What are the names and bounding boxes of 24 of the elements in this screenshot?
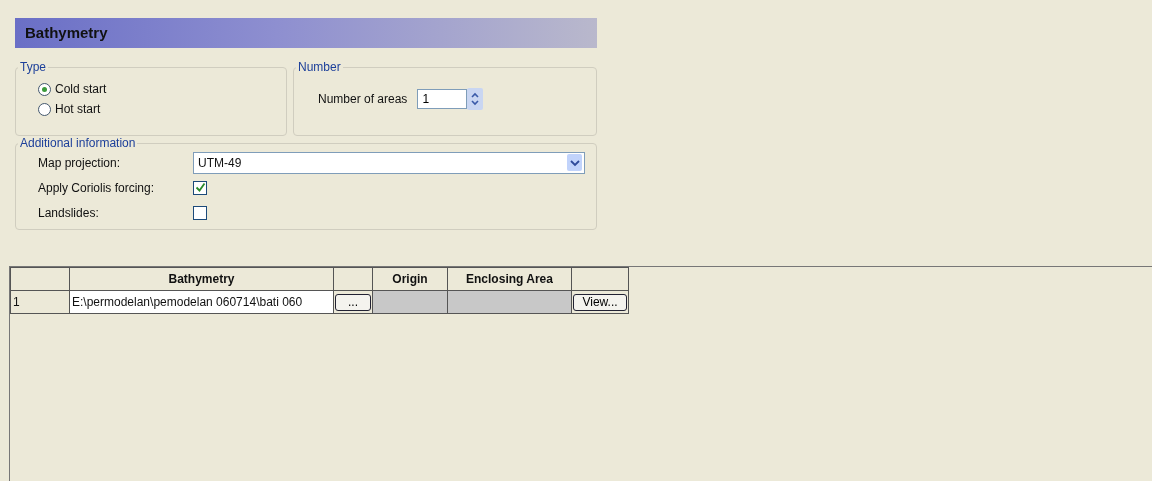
column-header: Bathymetry	[69, 267, 334, 291]
view-button[interactable]: View...	[573, 293, 627, 311]
checkbox[interactable]	[193, 180, 207, 195]
spinner-buttons[interactable]	[467, 88, 484, 110]
radio-button[interactable]	[38, 102, 51, 116]
table-cell[interactable]: E:\permodelan\pemodelan 060714\bati 060	[69, 290, 334, 314]
projection-dropdown[interactable]: UTM-49	[193, 151, 585, 174]
checkbox[interactable]	[193, 205, 207, 220]
group-label: Type	[19, 60, 47, 74]
field-label: Number of areas	[318, 92, 408, 106]
checkbox-label: Apply Coriolis forcing:	[38, 180, 156, 195]
panel-title: Bathymetry	[15, 18, 597, 48]
radio-label: Cold start	[55, 82, 107, 96]
group-label: Number	[297, 60, 342, 74]
row-header: 1	[10, 290, 70, 314]
group-label: Additional information	[19, 136, 137, 150]
radio-button[interactable]	[38, 82, 51, 96]
radio-label: Hot start	[55, 102, 101, 116]
column-header: Enclosing Area	[447, 267, 572, 291]
column-header: Origin	[372, 267, 448, 291]
checkbox-label: Landslides:	[38, 205, 100, 220]
browse-button[interactable]: ...	[335, 293, 371, 311]
number-field[interactable]: 1	[417, 89, 468, 109]
field-label: Map projection:	[38, 155, 122, 170]
